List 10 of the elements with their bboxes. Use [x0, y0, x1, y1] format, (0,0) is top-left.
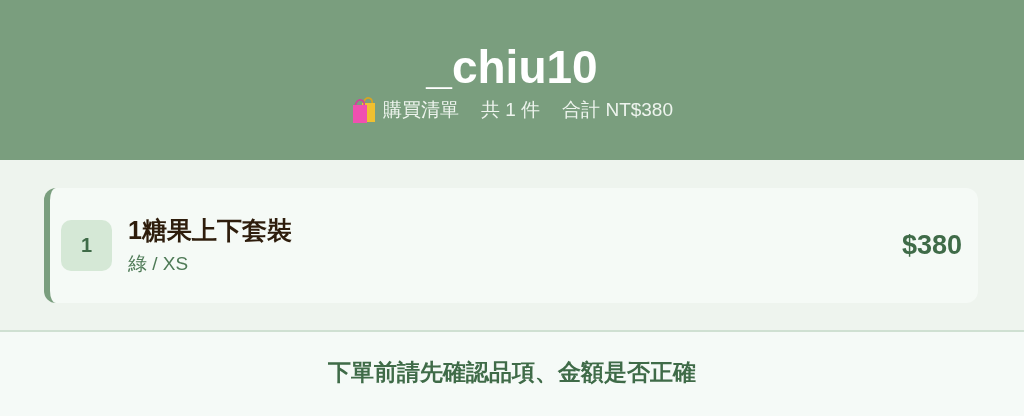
item-index: 1: [61, 220, 112, 271]
item-price: $380: [901, 230, 962, 261]
shopping-bags-icon: [351, 96, 377, 124]
total-amount: 合計 NT$380: [562, 98, 673, 122]
item-name: 1糖果上下套裝: [128, 215, 293, 246]
item-variant: 綠 / XS: [128, 252, 190, 276]
page-title: _chiu10: [426, 40, 598, 94]
item-count: 共 1 件: [481, 98, 541, 122]
footer-note: 下單前請先確認品項、金額是否正確: [328, 357, 696, 387]
list-label: 購買清單: [383, 98, 459, 122]
